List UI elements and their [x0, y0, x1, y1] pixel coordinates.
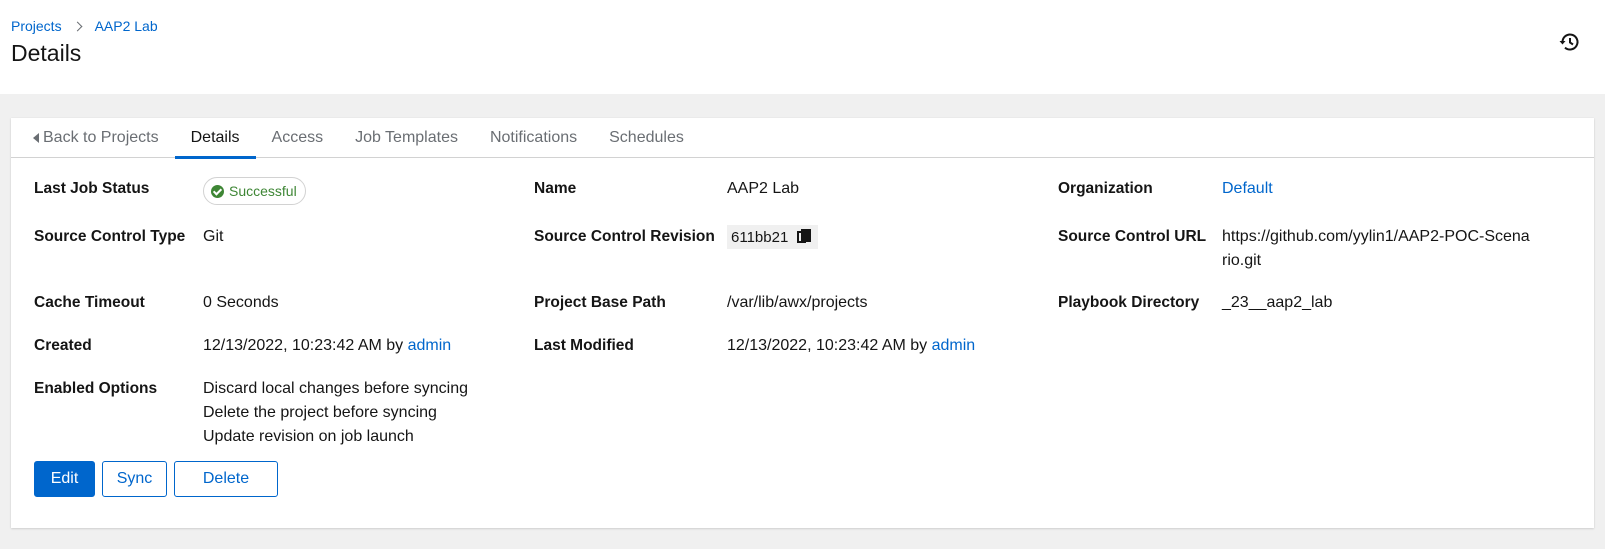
playbook-directory-label: Playbook Directory — [1058, 294, 1200, 311]
enabled-options-list: Discard local changes before syncing Del… — [203, 377, 468, 449]
source-control-url-label: Source Control URL — [1058, 228, 1207, 245]
cache-timeout-label: Cache Timeout — [34, 294, 145, 311]
tab-label: Access — [271, 129, 324, 146]
history-icon[interactable] — [1558, 30, 1582, 54]
tab-job-templates[interactable]: Job Templates — [339, 118, 474, 158]
organization-label: Organization — [1058, 180, 1153, 197]
caret-left-icon — [33, 133, 39, 143]
organization-value: Default — [1222, 177, 1273, 201]
delete-button[interactable]: Delete — [174, 461, 278, 497]
tab-label: Back to Projects — [43, 129, 159, 146]
tab-details[interactable]: Details — [174, 118, 256, 159]
tab-notifications[interactable]: Notifications — [474, 118, 593, 158]
playbook-directory-value: _23__aap2_lab — [1222, 294, 1333, 311]
page-header: Projects AAP2 Lab Details — [0, 0, 1605, 94]
source-control-type-label: Source Control Type — [34, 228, 186, 245]
source-control-url-value: https://github.com/yylin1/AAP2-POC-Scena… — [1222, 225, 1530, 273]
last-job-status-label: Last Job Status — [34, 180, 150, 197]
tab-label: Notifications — [489, 129, 578, 146]
status-text: Successful — [229, 183, 297, 199]
last-modified-date: 12/13/2022, 10:23:42 AM by — [727, 337, 928, 354]
project-base-path-label: Project Base Path — [534, 294, 666, 311]
chevron-right-icon — [72, 21, 83, 31]
modified-by-link[interactable]: admin — [932, 337, 976, 354]
tab-access[interactable]: Access — [256, 118, 340, 158]
created-date: 12/13/2022, 10:23:42 AM by — [203, 337, 404, 354]
breadcrumb-current-link[interactable]: AAP2 Lab — [95, 18, 158, 34]
created-value: 12/13/2022, 10:23:42 AM by admin — [203, 334, 451, 358]
tab-label: Details — [190, 129, 240, 146]
created-by-link[interactable]: admin — [408, 337, 452, 354]
cache-timeout-value: 0 Seconds — [203, 294, 279, 311]
tab-label: Schedules — [609, 129, 684, 146]
breadcrumb-projects-link[interactable]: Projects — [11, 18, 62, 34]
source-control-type-value: Git — [203, 228, 224, 245]
tab-back-to-projects[interactable]: Back to Projects — [11, 118, 175, 158]
name-value: AAP2 Lab — [727, 180, 800, 197]
page-title: Details — [11, 40, 82, 66]
tab-label: Job Templates — [355, 129, 458, 146]
project-base-path-value: /var/lib/awx/projects — [727, 294, 868, 311]
tab-bar: Back to Projects Details Access Job Temp… — [11, 118, 1594, 159]
edit-button[interactable]: Edit — [34, 461, 95, 497]
revision-text: 611bb21 — [731, 228, 789, 246]
sync-button[interactable]: Sync — [102, 461, 167, 497]
check-circle-icon — [211, 184, 224, 198]
last-modified-label: Last Modified — [534, 337, 634, 354]
url-line-2: rio.git — [1222, 252, 1262, 269]
option-item: Delete the project before syncing — [203, 404, 437, 421]
status-badge[interactable]: Successful — [203, 177, 306, 205]
last-modified-value: 12/13/2022, 10:23:42 AM by admin — [727, 334, 975, 358]
revision-value: 611bb21 — [727, 225, 819, 249]
url-line-1: https://github.com/yylin1/AAP2-POC-Scena — [1222, 228, 1530, 245]
option-item: Discard local changes before syncing — [203, 380, 469, 397]
enabled-options-label: Enabled Options — [34, 380, 158, 397]
breadcrumb: Projects AAP2 Lab — [11, 18, 158, 34]
organization-link[interactable]: Default — [1222, 180, 1273, 197]
created-label: Created — [34, 337, 92, 354]
source-control-revision-label: Source Control Revision — [534, 228, 715, 245]
copy-icon[interactable] — [796, 228, 814, 246]
name-label: Name — [534, 180, 577, 197]
tab-schedules[interactable]: Schedules — [593, 118, 700, 158]
details-card: Back to Projects Details Access Job Temp… — [11, 118, 1594, 528]
option-item: Update revision on job launch — [203, 428, 414, 445]
